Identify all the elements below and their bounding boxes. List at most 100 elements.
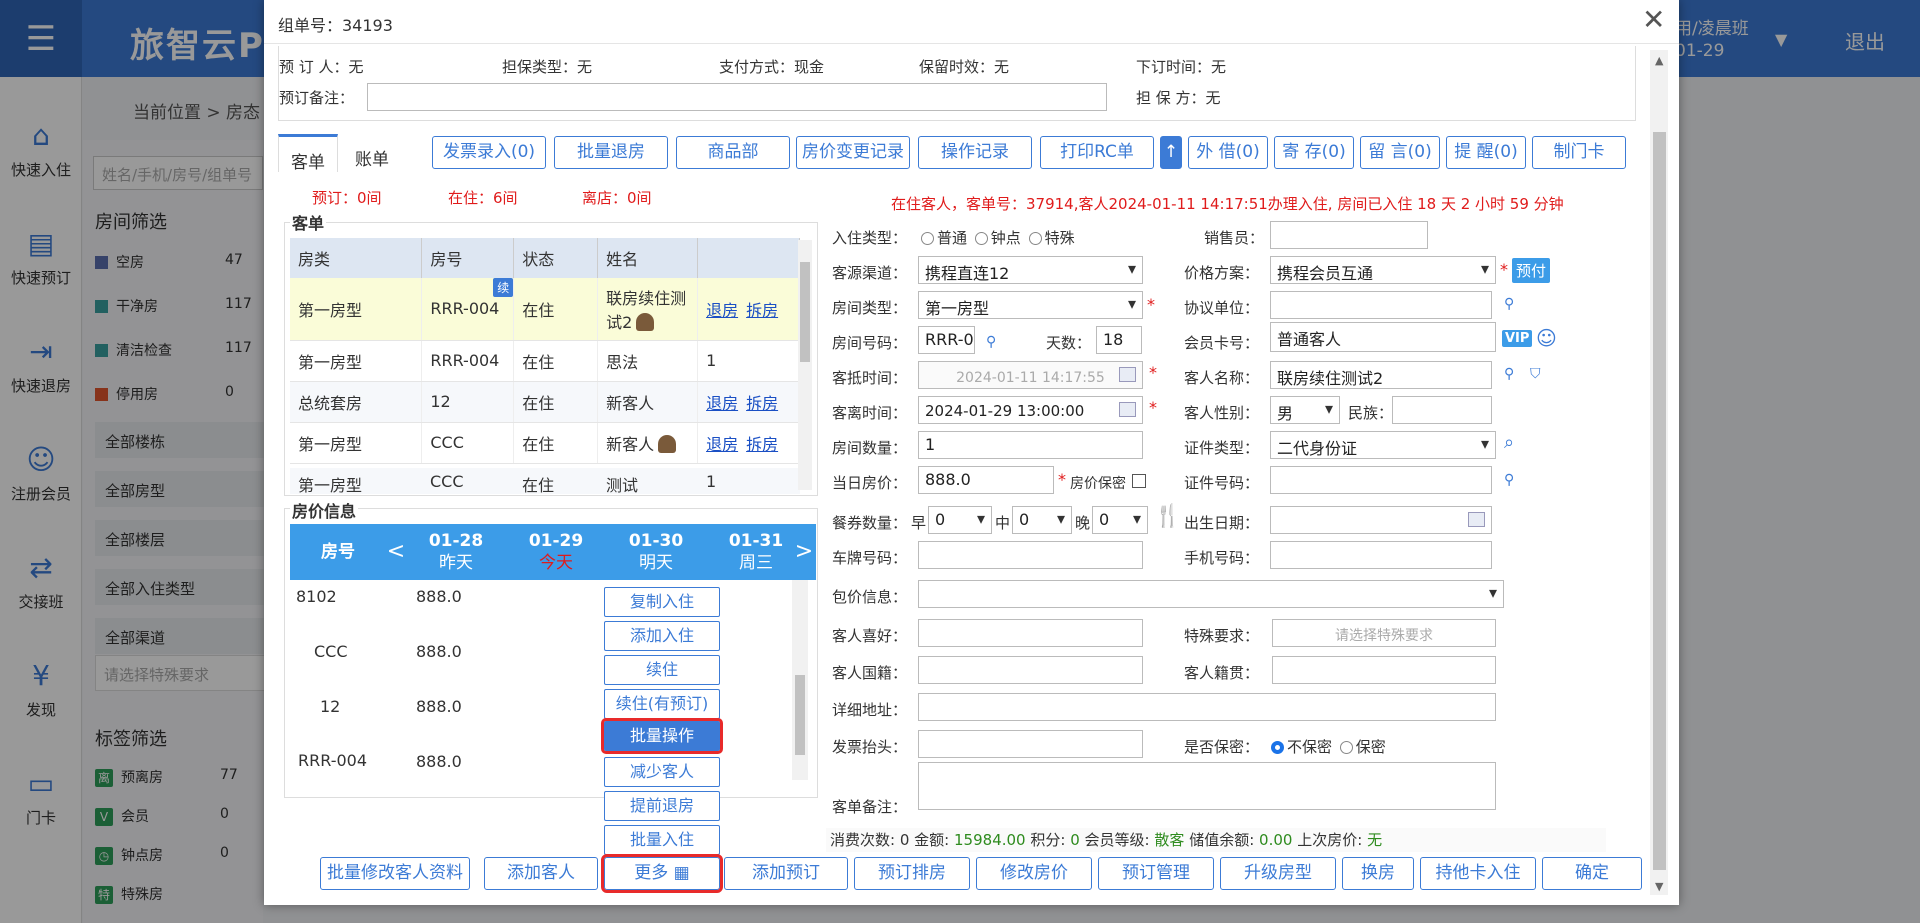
prev-arrow-icon[interactable]: < xyxy=(386,524,406,580)
remark-textarea[interactable] xyxy=(918,762,1496,810)
package-select[interactable] xyxy=(918,580,1504,608)
confirm-button[interactable]: 确定 xyxy=(1542,857,1642,890)
search-icon[interactable]: ⚲ xyxy=(1504,472,1514,488)
other-card-checkin-button[interactable]: 持他卡入住 xyxy=(1420,857,1536,890)
special-request-input[interactable]: 请选择特殊要求 xyxy=(1272,619,1496,647)
radio-secret[interactable] xyxy=(1339,741,1353,754)
invoice-title-input[interactable] xyxy=(918,730,1143,758)
print-rc-button[interactable]: 打印RC单 xyxy=(1040,136,1154,169)
table-row[interactable]: 第一房型 RRR-004 在住 思法 1 xyxy=(290,340,800,382)
reservation-manage-button[interactable]: 预订管理 xyxy=(1098,857,1214,890)
deposit-button[interactable]: 寄 存(0) xyxy=(1274,136,1354,169)
birth-date-input[interactable] xyxy=(1270,506,1492,534)
day-rate-input[interactable]: 888.0 xyxy=(918,466,1054,494)
add-checkin-menu-item[interactable]: 添加入住 xyxy=(604,621,720,651)
plate-input[interactable] xyxy=(918,541,1143,569)
checkout-link[interactable]: 退房 xyxy=(706,435,738,454)
rate-scrollbar-thumb[interactable] xyxy=(795,675,805,755)
search-icon[interactable]: ⚲ xyxy=(1504,296,1514,312)
guest-scrollbar-thumb[interactable] xyxy=(800,262,810,362)
calendar-icon[interactable] xyxy=(1119,367,1136,382)
user-search-icon[interactable]: ☺ xyxy=(1536,326,1557,350)
channel-select[interactable]: 携程直连12 xyxy=(918,256,1143,284)
reduce-guest-menu-item[interactable]: 减少客人 xyxy=(604,757,720,787)
mobile-input[interactable] xyxy=(1270,541,1492,569)
search-icon[interactable]: ⚲ xyxy=(986,334,996,350)
next-arrow-icon[interactable]: > xyxy=(794,524,814,580)
rate-secret-checkbox[interactable] xyxy=(1132,474,1146,488)
radio-special[interactable] xyxy=(1028,232,1042,245)
days-input[interactable]: 18 xyxy=(1096,326,1142,354)
borrow-button[interactable]: 外 借(0) xyxy=(1188,136,1268,169)
tab-bill[interactable]: 账单 xyxy=(342,134,402,172)
id-type-select[interactable]: 二代身份证 xyxy=(1270,431,1496,459)
calendar-icon[interactable] xyxy=(1119,402,1136,417)
member-card-input[interactable]: 普通客人 xyxy=(1270,322,1496,352)
shield-icon[interactable]: ⛉ xyxy=(1530,366,1541,382)
rate-change-log-button[interactable]: 房价变更记录 xyxy=(796,136,910,169)
scroll-up-icon[interactable]: ▲ xyxy=(1655,54,1663,67)
table-row[interactable]: 总统套房 12 在住 新客人 退房 拆房 xyxy=(290,381,800,423)
split-room-link[interactable]: 拆房 xyxy=(746,301,778,320)
room-count-input[interactable]: 1 xyxy=(918,431,1143,459)
change-room-button[interactable]: 换房 xyxy=(1342,857,1414,890)
modify-rate-button[interactable]: 修改房价 xyxy=(976,857,1092,890)
shop-button[interactable]: 商品部 xyxy=(676,136,790,169)
prepay-button[interactable]: 预付 xyxy=(1512,258,1551,283)
batch-checkin-menu-item[interactable]: 批量入住 xyxy=(604,825,720,855)
batch-checkout-button[interactable]: 批量退房 xyxy=(554,136,668,169)
vip-badge[interactable]: VIP xyxy=(1502,330,1533,347)
extend-stay-menu-item[interactable]: 续住 xyxy=(604,655,720,685)
early-checkout-menu-item[interactable]: 提前退房 xyxy=(604,791,720,821)
rate-plan-select[interactable]: 携程会员互通 xyxy=(1270,256,1496,284)
salesman-input[interactable] xyxy=(1270,221,1428,249)
radio-hourly[interactable] xyxy=(974,232,988,245)
rate-scrollbar[interactable] xyxy=(792,580,808,780)
table-row-partial[interactable]: 第一房型 CCC 在住 测试 1 xyxy=(290,468,800,494)
calendar-icon[interactable] xyxy=(1468,512,1485,527)
add-guest-button[interactable]: 添加客人 xyxy=(484,857,598,890)
checkout-link[interactable]: 退房 xyxy=(706,301,738,320)
tab-guest-order[interactable]: 客单 xyxy=(278,134,338,173)
hobby-input[interactable] xyxy=(918,619,1143,647)
invoice-entry-button[interactable]: 发票录入(0) xyxy=(432,136,546,169)
copy-checkin-menu-item[interactable]: 复制入住 xyxy=(604,587,720,617)
room-no-input[interactable]: RRR-0 xyxy=(918,326,975,354)
batch-edit-guest-button[interactable]: 批量修改客人资料 xyxy=(320,857,470,890)
scroll-down-icon[interactable]: ▼ xyxy=(1655,880,1663,893)
table-row[interactable]: 第一房型 RRR-004 续 在住 联房续住测试2 退房 拆房 xyxy=(290,278,800,341)
lunch-select[interactable]: 0 xyxy=(1012,506,1072,534)
scrollbar-thumb[interactable] xyxy=(1653,132,1666,870)
breakfast-select[interactable]: 0 xyxy=(928,506,992,534)
add-reservation-button[interactable]: 添加预订 xyxy=(724,857,848,890)
make-card-button[interactable]: 制门卡 xyxy=(1532,136,1626,169)
depart-time-input[interactable]: 2024-01-29 13:00:00 xyxy=(918,396,1143,424)
gender-select[interactable]: 男 xyxy=(1270,396,1340,424)
id-scan-icon[interactable]: ⌕ xyxy=(1504,432,1514,453)
operation-log-button[interactable]: 操作记录 xyxy=(918,136,1032,169)
search-icon[interactable]: ⚲ xyxy=(1504,366,1514,382)
native-place-input[interactable] xyxy=(1272,656,1496,684)
guest-scrollbar[interactable] xyxy=(798,240,812,490)
radio-not-secret[interactable] xyxy=(1271,741,1284,754)
more-button[interactable]: 更多 ▦ xyxy=(601,854,723,893)
nationality-input[interactable] xyxy=(918,656,1143,684)
extend-with-resv-menu-item[interactable]: 续住(有预订) xyxy=(604,689,720,719)
radio-normal[interactable] xyxy=(921,232,934,245)
ethnic-input[interactable] xyxy=(1392,396,1492,424)
guest-name-input[interactable]: 联房续住测试2 xyxy=(1270,361,1492,389)
checkout-link[interactable]: 退房 xyxy=(706,394,738,413)
message-button[interactable]: 留 言(0) xyxy=(1360,136,1440,169)
upload-icon[interactable]: ↑ xyxy=(1160,136,1182,169)
dinner-select[interactable]: 0 xyxy=(1092,506,1148,534)
agreement-input[interactable] xyxy=(1270,291,1492,319)
arrive-time-input[interactable]: 2024-01-11 14:17:55 xyxy=(918,361,1143,389)
split-room-link[interactable]: 拆房 xyxy=(746,394,778,413)
close-icon[interactable]: ✕ xyxy=(1642,5,1665,35)
room-type-select[interactable]: 第一房型 xyxy=(918,291,1143,319)
batch-operation-menu-item[interactable]: 批量操作 xyxy=(601,718,723,754)
reserve-assign-button[interactable]: 预订排房 xyxy=(854,857,970,890)
reminder-button[interactable]: 提 醒(0) xyxy=(1446,136,1526,169)
reservation-note-input[interactable] xyxy=(367,83,1107,111)
upgrade-room-button[interactable]: 升级房型 xyxy=(1220,857,1336,890)
